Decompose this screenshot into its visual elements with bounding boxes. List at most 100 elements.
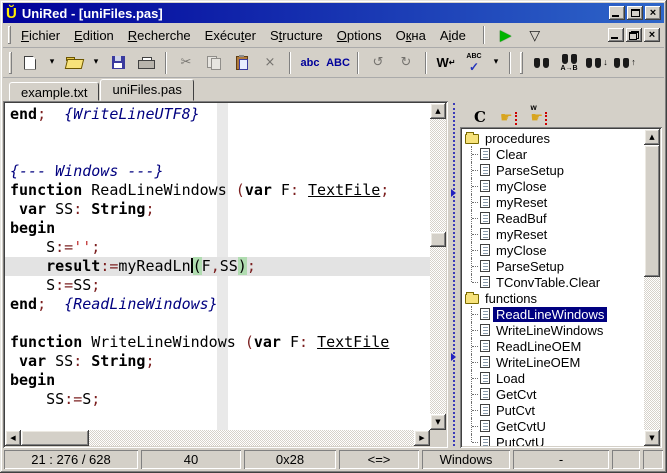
editor-vertical-scrollbar[interactable]: ▲ ▼ bbox=[430, 103, 446, 430]
find-button[interactable] bbox=[528, 51, 554, 75]
code-line[interactable] bbox=[10, 143, 430, 162]
lowercase-button[interactable]: abc bbox=[297, 51, 323, 75]
tree-item[interactable]: ReadBuf bbox=[465, 210, 644, 226]
print-button[interactable] bbox=[133, 51, 159, 75]
tree-scrollbar[interactable]: ▲ ▼ bbox=[644, 129, 660, 446]
refresh-structure-button[interactable]: C bbox=[470, 103, 490, 125]
tree-folder-procedures[interactable]: procedures bbox=[465, 130, 644, 146]
tree-item[interactable]: Clear bbox=[465, 146, 644, 162]
tree-item[interactable]: myReset bbox=[465, 194, 644, 210]
tree-item[interactable]: ReadLineOEM bbox=[465, 338, 644, 354]
menubar-grip[interactable] bbox=[8, 26, 11, 44]
tree-item[interactable]: GetCvt bbox=[465, 386, 644, 402]
filter-button[interactable]: ▽ bbox=[520, 28, 549, 42]
run-button[interactable]: ▶ bbox=[491, 28, 521, 43]
redo-button[interactable]: ↻ bbox=[393, 51, 419, 75]
current-code-line[interactable]: result:=myReadLn(F,SS); bbox=[5, 257, 430, 276]
code-line[interactable]: end; {ReadLineWindows} bbox=[10, 295, 430, 314]
menu-edition[interactable]: Edition bbox=[67, 26, 121, 45]
new-document-dropdown-button[interactable]: ▾ bbox=[45, 51, 59, 75]
code-line[interactable] bbox=[10, 314, 430, 333]
uppercase-button[interactable]: ABC bbox=[325, 51, 351, 75]
menu-окна[interactable]: Окна bbox=[389, 26, 433, 45]
code-line[interactable]: SS:=S; bbox=[10, 390, 430, 409]
undo-button[interactable]: ↺ bbox=[365, 51, 391, 75]
tree-item[interactable]: Load bbox=[465, 370, 644, 386]
scroll-right-icon[interactable]: ▶ bbox=[414, 430, 430, 446]
tree-scroll-thumb[interactable] bbox=[644, 145, 660, 277]
tree-item[interactable]: myClose bbox=[465, 178, 644, 194]
tree-item[interactable]: ReadLineWindows bbox=[465, 306, 644, 322]
menu-options[interactable]: Options bbox=[330, 26, 389, 45]
find-replace-button[interactable]: A→B bbox=[556, 51, 582, 75]
cut-button[interactable]: ✂ bbox=[173, 51, 199, 75]
tree-item[interactable]: WriteLineWindows bbox=[465, 322, 644, 338]
code-line[interactable]: {--- Windows ---} bbox=[10, 162, 430, 181]
tree-item[interactable]: ParseSetup bbox=[465, 162, 644, 178]
code-line[interactable]: begin bbox=[10, 219, 430, 238]
open-file-button[interactable] bbox=[61, 51, 87, 75]
tree-item[interactable]: GetCvtU bbox=[465, 418, 644, 434]
tree-folder-functions[interactable]: functions bbox=[465, 290, 644, 306]
menu-fichier[interactable]: Fichier bbox=[14, 26, 67, 45]
scroll-left-icon[interactable]: ◀ bbox=[5, 430, 21, 446]
maximize-button[interactable] bbox=[627, 6, 643, 20]
scroll-down-icon[interactable]: ▼ bbox=[644, 430, 660, 446]
code-line[interactable]: end; {WriteLineUTF8} bbox=[10, 105, 430, 124]
close-button[interactable]: × bbox=[645, 6, 661, 20]
scroll-up-icon[interactable]: ▲ bbox=[644, 129, 660, 145]
open-file-dropdown-button[interactable]: ▾ bbox=[89, 51, 103, 75]
paste-button[interactable] bbox=[229, 51, 255, 75]
code-line[interactable] bbox=[10, 124, 430, 143]
code-line[interactable]: S:=SS; bbox=[10, 276, 430, 295]
horizontal-scroll-track[interactable] bbox=[21, 430, 414, 446]
splitter-arrow-icon[interactable] bbox=[451, 353, 456, 361]
tab-example-txt[interactable]: example.txt bbox=[9, 82, 99, 101]
scroll-down-icon[interactable]: ▼ bbox=[430, 414, 446, 430]
horizontal-scroll-thumb[interactable] bbox=[21, 430, 89, 446]
menu-exécuter[interactable]: Exécuter bbox=[198, 26, 263, 45]
delete-button[interactable]: × bbox=[257, 51, 283, 75]
save-file-button[interactable] bbox=[105, 51, 131, 75]
spell-check-button[interactable]: ABC✓ bbox=[461, 51, 487, 75]
tree-item[interactable]: PutCvtU bbox=[465, 434, 644, 446]
code-line[interactable]: var SS: String; bbox=[10, 200, 430, 219]
tree-item[interactable]: ParseSetup bbox=[465, 258, 644, 274]
code-line[interactable]: S:=''; bbox=[10, 238, 430, 257]
goto-word-button[interactable]: w ☛ bbox=[527, 103, 552, 125]
word-wrap-button[interactable]: W↵ bbox=[433, 51, 459, 75]
mdi-minimize-button[interactable] bbox=[608, 28, 624, 42]
mdi-restore-button[interactable] bbox=[626, 28, 642, 42]
menu-structure[interactable]: Structure bbox=[263, 26, 330, 45]
code-line[interactable] bbox=[10, 409, 430, 428]
goto-declaration-button[interactable]: ☛ bbox=[496, 103, 521, 125]
copy-button[interactable] bbox=[201, 51, 227, 75]
tree-item[interactable]: myReset bbox=[465, 226, 644, 242]
code-line[interactable]: function WriteLineWindows (var F: TextFi… bbox=[10, 333, 430, 352]
tree-item[interactable]: TConvTable.Clear bbox=[465, 274, 644, 290]
minimize-button[interactable] bbox=[609, 6, 625, 20]
new-document-button[interactable] bbox=[17, 51, 43, 75]
find-previous-button[interactable]: ↑ bbox=[612, 51, 638, 75]
menu-recherche[interactable]: Recherche bbox=[121, 26, 198, 45]
tree-item[interactable]: PutCvt bbox=[465, 402, 644, 418]
tree-item[interactable]: myClose bbox=[465, 242, 644, 258]
tree-scroll-track[interactable] bbox=[644, 145, 660, 430]
tab-unifiles-pas[interactable]: uniFiles.pas bbox=[100, 79, 193, 101]
code-line[interactable]: var SS: String; bbox=[10, 352, 430, 371]
spell-check-dropdown-button[interactable]: ▾ bbox=[489, 51, 503, 75]
toolbar-grip[interactable] bbox=[9, 52, 12, 74]
find-next-button[interactable]: ↓ bbox=[584, 51, 610, 75]
code-editor[interactable]: end; {WriteLineUTF8}{--- Windows ---}fun… bbox=[5, 103, 430, 430]
menu-aide[interactable]: Aide bbox=[433, 26, 473, 45]
code-line[interactable]: function ReadLineWindows (var F: TextFil… bbox=[10, 181, 430, 200]
vertical-scroll-thumb[interactable] bbox=[430, 232, 446, 247]
scroll-up-icon[interactable]: ▲ bbox=[430, 103, 446, 119]
toolbar-grip[interactable] bbox=[520, 52, 523, 74]
code-line[interactable]: begin bbox=[10, 371, 430, 390]
mdi-close-button[interactable]: × bbox=[644, 28, 660, 42]
vertical-scroll-track[interactable] bbox=[430, 119, 446, 414]
title-bar[interactable]: Ŭ UniRed - [uniFiles.pas] × bbox=[3, 3, 664, 23]
tree-item[interactable]: WriteLineOEM bbox=[465, 354, 644, 370]
splitter-arrow-icon[interactable] bbox=[451, 189, 456, 197]
